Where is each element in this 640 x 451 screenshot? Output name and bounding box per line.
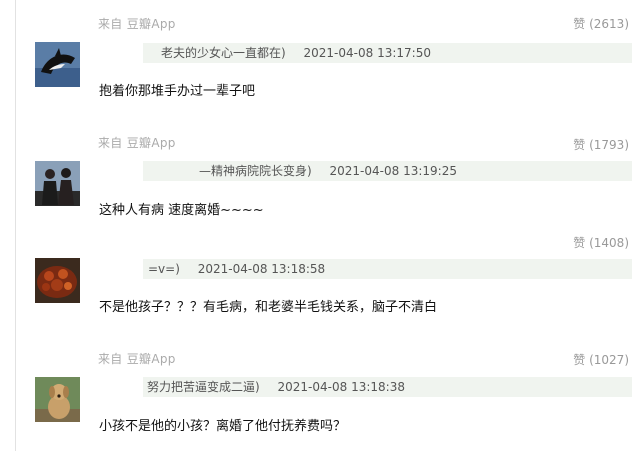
comment-meta: —精神病院院长变身) 2021-04-08 13:19:25	[143, 161, 632, 181]
username-link[interactable]: —精神病院院长变身)	[199, 161, 312, 181]
comment-meta: 努力把苦逼变成二逼) 2021-04-08 13:18:38	[143, 377, 632, 397]
comment-text: 小孩不是他的小孩？离婚了他付抚养费吗？	[99, 419, 347, 434]
like-count-button[interactable]: 赞 (1793)	[573, 136, 629, 153]
comment-text: 这种人有病 速度离婚~~~~	[99, 203, 264, 218]
comment-meta: =v=) 2021-04-08 13:18:58	[143, 259, 632, 279]
comment-timestamp: 2021-04-08 13:19:25	[329, 164, 457, 178]
comment-meta: 老夫的少女心一直都在) 2021-04-08 13:17:50	[143, 43, 632, 63]
comment-text: 抱着你那堆手办过一辈子吧	[99, 84, 256, 99]
comment-text: 不是他孩子？？？有毛病，和老婆半毛钱关系，脑子不清白	[99, 300, 438, 315]
left-divider	[15, 0, 16, 451]
comment-timestamp: 2021-04-08 13:18:38	[277, 380, 405, 394]
like-count-button[interactable]: 赞 (1027)	[573, 351, 629, 368]
comment-timestamp: 2021-04-08 13:18:58	[197, 262, 326, 276]
dog-photo-avatar[interactable]	[35, 377, 80, 422]
comment-timestamp: 2021-04-08 13:17:50	[303, 46, 431, 60]
couple-photo-avatar[interactable]	[35, 161, 80, 206]
food-photo-avatar[interactable]	[35, 258, 80, 303]
source-label: 来自 豆瓣App	[98, 352, 176, 366]
like-count-button[interactable]: 赞 (1408)	[573, 234, 629, 251]
like-count-button[interactable]: 赞 (2613)	[573, 15, 629, 32]
username-link[interactable]: 努力把苦逼变成二逼)	[147, 377, 260, 397]
source-label: 来自 豆瓣App	[98, 17, 176, 31]
orca-photo-avatar[interactable]	[35, 42, 80, 87]
username-link[interactable]: =v=)	[148, 259, 180, 279]
username-link[interactable]: 老夫的少女心一直都在)	[161, 43, 286, 63]
source-label: 来自 豆瓣App	[98, 136, 176, 150]
